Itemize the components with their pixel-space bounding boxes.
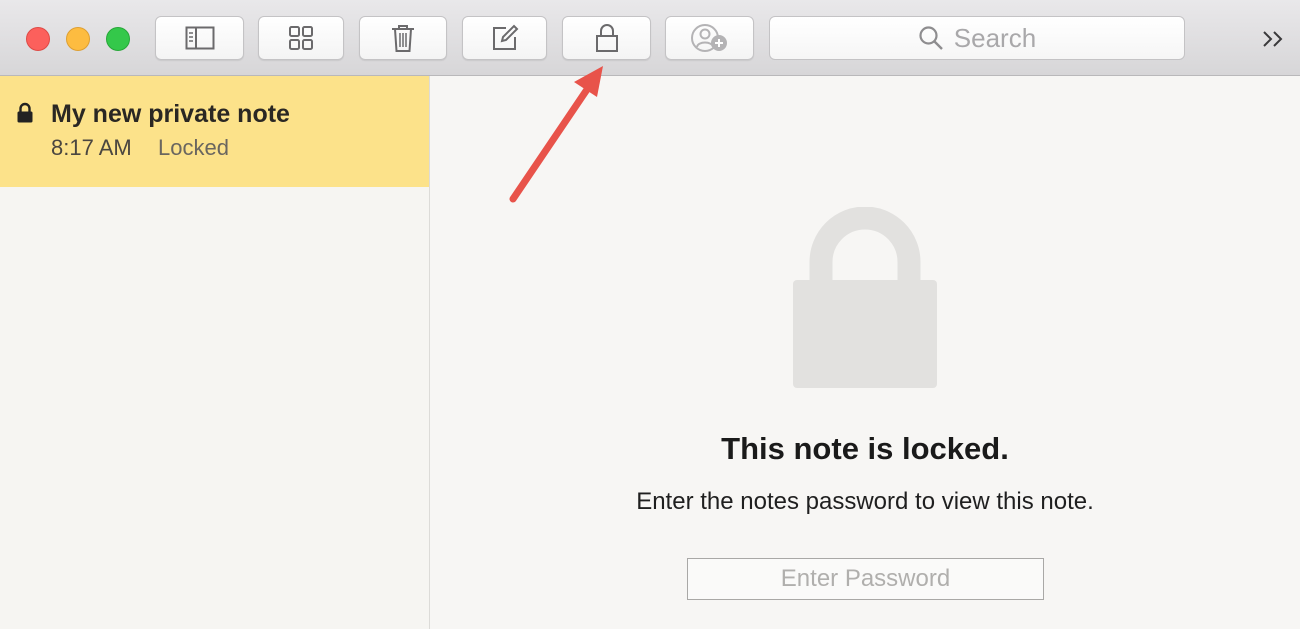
note-title: My new private note (51, 100, 290, 128)
toolbar-overflow-button[interactable] (1256, 22, 1292, 56)
locked-title: This note is locked. (721, 431, 1009, 466)
compose-icon (492, 24, 518, 50)
list-item[interactable]: My new private note 8:17 AM Locked (0, 76, 429, 187)
add-people-button[interactable] (665, 16, 754, 60)
delete-note-button[interactable] (359, 16, 447, 60)
lock-icon (595, 24, 618, 52)
sidebar-icon (185, 26, 214, 50)
zoom-window-button[interactable] (106, 27, 130, 51)
search-placeholder: Search (953, 22, 1037, 53)
toolbar: Search (0, 0, 1300, 76)
trash-icon (392, 25, 414, 52)
close-window-button[interactable] (26, 27, 50, 51)
attachments-browser-button[interactable] (258, 16, 344, 60)
grid-icon (289, 26, 313, 50)
note-content-area: This note is locked. Enter the notes pas… (430, 76, 1300, 629)
note-status: Locked (158, 135, 229, 160)
locked-subtitle: Enter the notes password to view this no… (636, 488, 1094, 515)
new-note-button[interactable] (462, 16, 547, 60)
toggle-sidebar-button[interactable] (155, 16, 244, 60)
password-field[interactable] (687, 558, 1044, 600)
search-field[interactable]: Search (769, 16, 1185, 60)
lock-icon (793, 207, 937, 388)
double-chevron-right-icon (1263, 31, 1283, 47)
notes-list: My new private note 8:17 AM Locked (0, 76, 430, 629)
lock-icon (17, 102, 33, 123)
add-person-icon (690, 24, 727, 52)
lock-note-button[interactable] (562, 16, 651, 60)
search-icon (919, 26, 943, 50)
minimize-window-button[interactable] (66, 27, 90, 51)
note-time: 8:17 AM (51, 135, 132, 160)
